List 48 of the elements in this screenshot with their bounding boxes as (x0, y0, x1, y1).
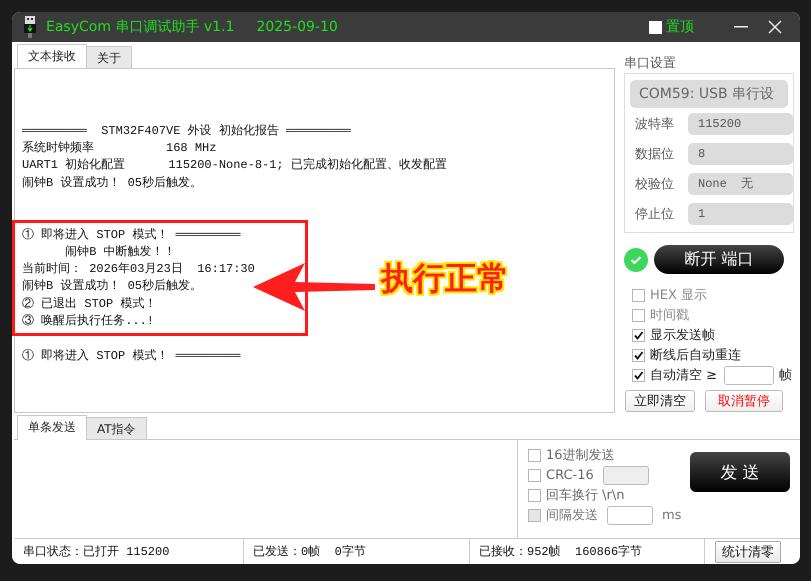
log-line: 系统时钟频率 168 MHz (22, 140, 218, 158)
reset-stats-button[interactable]: 统计清零 (715, 540, 781, 562)
unit-label: 帧 (779, 367, 792, 384)
port-dropdown[interactable]: COM59: USB 串行设 (630, 80, 788, 108)
setting-dropdown[interactable]: None 无 (688, 172, 793, 194)
tab[interactable]: 关于 (86, 46, 132, 68)
annotation-text: 执行正常 (381, 258, 509, 299)
field-label: 波特率 (634, 116, 675, 132)
setting-dropdown[interactable]: 8 (688, 142, 793, 164)
option-label: 时间戳 (650, 307, 689, 324)
setting-dropdown[interactable]: 115200 (688, 112, 793, 134)
field-label: 校验位 (634, 176, 675, 192)
option-label: 间隔发送 (546, 507, 598, 524)
tab[interactable]: 文本接收 (17, 44, 87, 69)
log-line: 闹钟B 中断触发！！ (64, 244, 177, 261)
disconnect-button[interactable]: 断开 端口 (654, 245, 784, 274)
log-line: 闹钟B 设置成功！ 05秒后触发。 (22, 278, 204, 296)
field-label: 数据位 (634, 146, 675, 162)
send-button[interactable]: 发 送 (690, 452, 790, 492)
option-label: 自动清空 ≥ (650, 367, 718, 384)
log-line: ② 已退出 STOP 模式！ (22, 296, 158, 312)
log-line: ③ 唤醒后执行任务...! (22, 312, 156, 330)
option-label: 断线后自动重连 (650, 347, 741, 364)
unit-label: ms (662, 508, 682, 522)
action-button[interactable]: 取消暂停 (705, 390, 783, 412)
log-line: 闹钟B 设置成功！ 05秒后触发。 (22, 174, 204, 192)
option-label: 回车换行 \r\n (546, 487, 624, 504)
log-line: ① 即将进入 STOP 模式！ ═════════ (22, 348, 242, 365)
group-title: 串口设置 (624, 55, 677, 71)
tab[interactable]: AT指令 (86, 417, 147, 439)
action-button[interactable]: 立即清空 (625, 390, 695, 412)
window-date: 2025-09-10 (256, 19, 338, 35)
sent-count: 已发送：0帧 0字节 (244, 539, 470, 564)
option-label: 16进制发送 (546, 447, 615, 464)
log-line: UART1 初始化配置 115200-None-8-1; 已完成初始化配置、收发配置 (22, 157, 448, 174)
tab[interactable]: 单条发送 (17, 415, 87, 440)
field-label: 停止位 (634, 206, 675, 222)
log-line: 当前时间： 2026年03月23日 16:17:30 (22, 261, 256, 278)
pin-label: 置顶 (666, 18, 694, 36)
setting-dropdown[interactable]: 1 (688, 202, 793, 224)
received-count: 已接收：952帧 160866字节 (470, 539, 705, 564)
option-label: 显示发送帧 (650, 327, 715, 344)
window-title: EasyCom 串口调试助手 v1.1 (46, 18, 234, 36)
log-line: ① 即将进入 STOP 模式！ ═════════ (22, 226, 242, 244)
option-label: HEX 显示 (650, 287, 708, 304)
option-label: CRC-16 (546, 468, 594, 482)
log-line: ═════════ STM32F407VE 外设 初始化报告 ═════════ (22, 123, 352, 140)
port-status: 串口状态：已打开 115200 (14, 539, 244, 564)
